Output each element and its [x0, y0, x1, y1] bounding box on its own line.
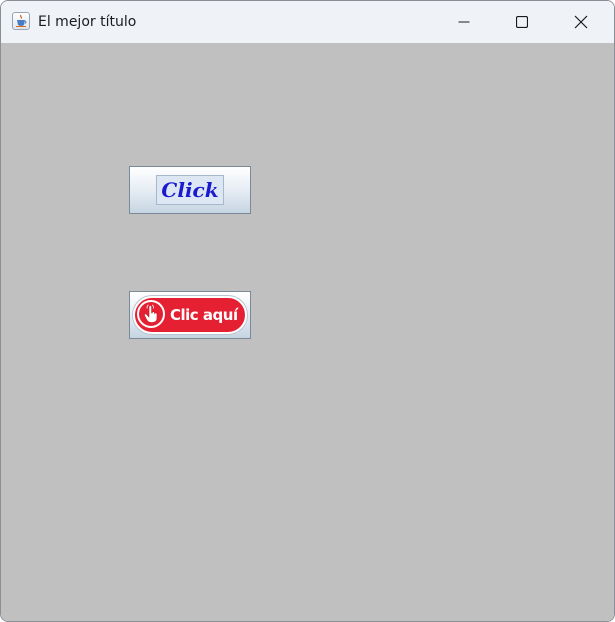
content-panel: Click Clic aquí: [1, 43, 614, 621]
close-icon: [574, 15, 588, 29]
clic-aqui-image: Clic aquí: [133, 296, 247, 334]
window-title: El mejor título: [38, 14, 137, 30]
click-image: Click: [156, 175, 224, 205]
hand-pointer-icon: [137, 300, 165, 328]
minimize-icon: [458, 21, 470, 23]
click-button[interactable]: Click: [129, 166, 251, 214]
app-window: El mejor título Click Clic aquí: [0, 0, 615, 622]
clic-aqui-button[interactable]: Clic aquí: [129, 291, 251, 339]
close-button[interactable]: [552, 1, 610, 43]
java-cup-icon[interactable]: [12, 12, 30, 30]
maximize-icon: [516, 16, 528, 28]
minimize-button[interactable]: [435, 1, 493, 43]
click-button-label: Click: [161, 178, 219, 202]
title-bar[interactable]: El mejor título: [1, 1, 614, 43]
clic-aqui-label: Clic aquí: [170, 306, 238, 324]
maximize-button[interactable]: [493, 1, 551, 43]
